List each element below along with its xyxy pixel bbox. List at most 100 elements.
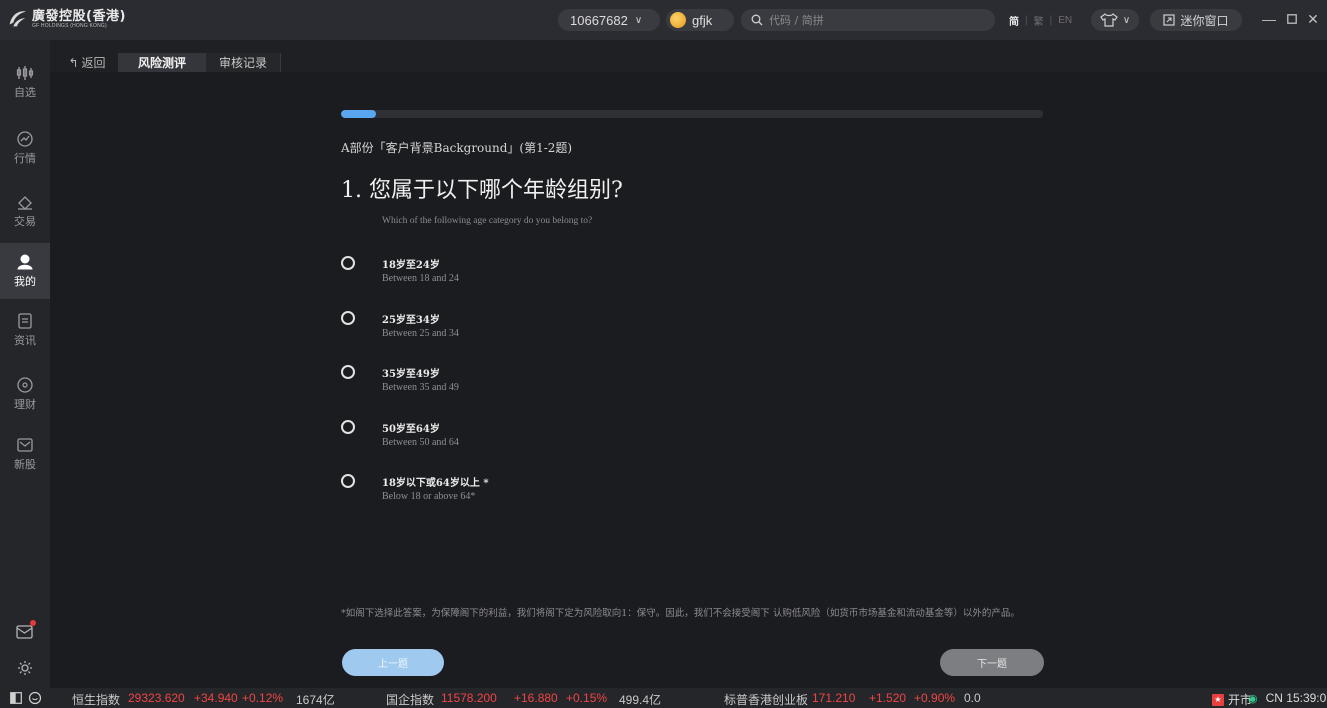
sidebar-item-market[interactable]: 行情 bbox=[0, 120, 50, 176]
ipo-icon bbox=[17, 438, 33, 452]
index-percent: +0.12% bbox=[242, 691, 284, 705]
chat-icon[interactable] bbox=[28, 691, 42, 705]
sidebar-label: 资讯 bbox=[14, 335, 36, 347]
layout-toggle-icon[interactable] bbox=[10, 692, 22, 704]
sidebar-item-mine[interactable]: 我的 bbox=[0, 243, 50, 299]
market-icon bbox=[17, 131, 33, 147]
trade-icon bbox=[18, 196, 32, 210]
answer-option[interactable]: 35岁至49岁 Between 35 and 49 bbox=[341, 355, 841, 395]
index-turnover: 1674亿 bbox=[296, 693, 335, 707]
index-value: 11578.200 bbox=[441, 691, 497, 705]
question-subtitle: Which of the following age category do y… bbox=[382, 216, 593, 226]
market-open-icon: ★ bbox=[1212, 693, 1224, 706]
language-switch: 简 | 繁 | EN bbox=[1009, 13, 1078, 28]
user-icon bbox=[17, 254, 33, 270]
sidebar-label: 交易 bbox=[14, 216, 36, 228]
mini-window-icon bbox=[1163, 14, 1176, 26]
section-title: A部份「客户背景Background」(第1-2题) bbox=[341, 141, 573, 155]
settings-button[interactable] bbox=[15, 658, 35, 678]
index-percent: +0.90% bbox=[914, 691, 956, 705]
sidebar: 自选 行情 交易 我的 资讯 理财 新股 bbox=[0, 40, 50, 688]
app-logo: 廣發控股(香港) GF HOLDINGS (HONG KONG) bbox=[6, 8, 126, 30]
sidebar-label: 我的 bbox=[14, 276, 36, 288]
progress-fill bbox=[341, 110, 377, 118]
index-name[interactable]: 恒生指数 bbox=[72, 691, 120, 708]
radio-button[interactable] bbox=[341, 311, 355, 325]
news-icon bbox=[18, 313, 32, 329]
user-menu[interactable]: gfjk bbox=[666, 9, 734, 31]
sidebar-item-news[interactable]: 资讯 bbox=[0, 302, 50, 358]
index-value: 29323.620 bbox=[128, 691, 185, 705]
notification-badge bbox=[30, 620, 36, 626]
search-icon bbox=[751, 14, 763, 26]
watchlist-icon bbox=[16, 66, 34, 80]
logo-text-cn: 廣發控股(香港) bbox=[32, 8, 126, 24]
minimize-icon[interactable]: — bbox=[1262, 11, 1276, 27]
search-box[interactable] bbox=[741, 9, 995, 31]
index-value: 171.210 bbox=[812, 691, 856, 705]
market-status: ★ 开市 bbox=[1212, 691, 1252, 708]
sidebar-label: 行情 bbox=[14, 153, 36, 165]
tab-audit-records[interactable]: 审核记录 bbox=[206, 53, 281, 72]
lang-divider: | bbox=[1049, 15, 1053, 26]
option-label-en: Between 35 and 49 bbox=[382, 382, 459, 393]
option-label-cn: 18岁以下或64岁以上 * bbox=[382, 478, 489, 489]
question-title: 1. 您属于以下哪个年龄组别? bbox=[341, 178, 623, 203]
option-label-cn: 18岁至24岁 bbox=[382, 260, 440, 271]
message-button[interactable] bbox=[15, 620, 36, 642]
survey-panel: A部份「客户背景Background」(第1-2题) 1. 您属于以下哪个年龄组… bbox=[50, 72, 1327, 688]
sidebar-item-watchlist[interactable]: 自选 bbox=[0, 54, 50, 110]
progress-bar bbox=[341, 110, 1043, 118]
lang-simplified[interactable]: 简 bbox=[1009, 13, 1019, 28]
account-number: 10667682 bbox=[570, 12, 628, 28]
index-name[interactable]: 标普香港创业板 bbox=[724, 691, 808, 708]
account-selector[interactable]: 10667682 ∨ bbox=[558, 9, 660, 31]
sidebar-item-trade[interactable]: 交易 bbox=[0, 183, 50, 239]
answer-option[interactable]: 50岁至64岁 Between 50 and 64 bbox=[341, 410, 841, 450]
mini-window-label: 迷你窗口 bbox=[1180, 13, 1229, 28]
tab-risk-assessment[interactable]: 风险测评 bbox=[118, 53, 206, 72]
index-turnover: 499.4亿 bbox=[619, 693, 662, 707]
lang-english[interactable]: EN bbox=[1058, 15, 1072, 26]
sidebar-label: 自选 bbox=[14, 87, 36, 99]
previous-question-button[interactable]: 上一题 bbox=[342, 649, 444, 676]
clock: ◉ CN 15:39:03 bbox=[1248, 691, 1327, 705]
index-name[interactable]: 国企指数 bbox=[386, 691, 434, 708]
option-label-cn: 35岁至49岁 bbox=[382, 369, 440, 380]
index-change: +1.520 bbox=[869, 691, 907, 705]
tab-bar: ↰ 返回 风险测评 审核记录 bbox=[50, 40, 1327, 72]
radio-button[interactable] bbox=[341, 474, 355, 488]
option-label-cn: 50岁至64岁 bbox=[382, 424, 440, 435]
sidebar-item-ipo[interactable]: 新股 bbox=[0, 426, 50, 482]
answer-option[interactable]: 18岁以下或64岁以上 * Below 18 or above 64* bbox=[341, 464, 841, 504]
answer-option[interactable]: 18岁至24岁 Between 18 and 24 bbox=[341, 246, 841, 286]
radio-button[interactable] bbox=[341, 365, 355, 379]
lang-divider: | bbox=[1025, 15, 1028, 26]
next-question-button[interactable]: 下一题 bbox=[940, 649, 1044, 676]
option-label-en: Between 18 and 24 bbox=[382, 273, 459, 284]
logo-text-en: GF HOLDINGS (HONG KONG) bbox=[32, 22, 107, 29]
skin-menu[interactable]: ∨ bbox=[1091, 9, 1139, 31]
username: gfjk bbox=[692, 12, 713, 28]
back-button[interactable]: ↰ 返回 bbox=[56, 53, 118, 72]
sidebar-item-finance[interactable]: 理财 bbox=[0, 366, 50, 422]
chevron-down-icon: ∨ bbox=[634, 14, 643, 26]
search-input[interactable] bbox=[769, 13, 979, 27]
finance-icon bbox=[17, 377, 33, 393]
title-bar: 廣發控股(香港) GF HOLDINGS (HONG KONG) 1066768… bbox=[0, 0, 1327, 40]
close-icon[interactable]: ✕ bbox=[1306, 11, 1320, 27]
lang-traditional[interactable]: 繁 bbox=[1034, 13, 1044, 28]
maximize-icon[interactable] bbox=[1285, 12, 1299, 26]
status-bar: 恒生指数 29323.620 +34.940 +0.12% 1674亿 国企指数… bbox=[0, 688, 1327, 708]
radio-button[interactable] bbox=[341, 256, 355, 270]
answer-option[interactable]: 25岁至34岁 Between 25 and 34 bbox=[341, 301, 841, 341]
shirt-icon bbox=[1100, 13, 1118, 27]
footnote: *如阁下选择此答案，为保障阁下的利益，我们将阁下定为风险取向1：保守。因此，我们… bbox=[341, 608, 1020, 619]
back-label: 返回 bbox=[81, 56, 106, 70]
radio-button[interactable] bbox=[341, 420, 355, 434]
index-change: +16.880 bbox=[514, 691, 558, 705]
wifi-icon: ◉ bbox=[1248, 692, 1258, 705]
option-label-en: Below 18 or above 64* bbox=[382, 491, 476, 502]
mini-window-button[interactable]: 迷你窗口 bbox=[1150, 9, 1242, 31]
back-arrow-icon: ↰ bbox=[68, 55, 79, 70]
